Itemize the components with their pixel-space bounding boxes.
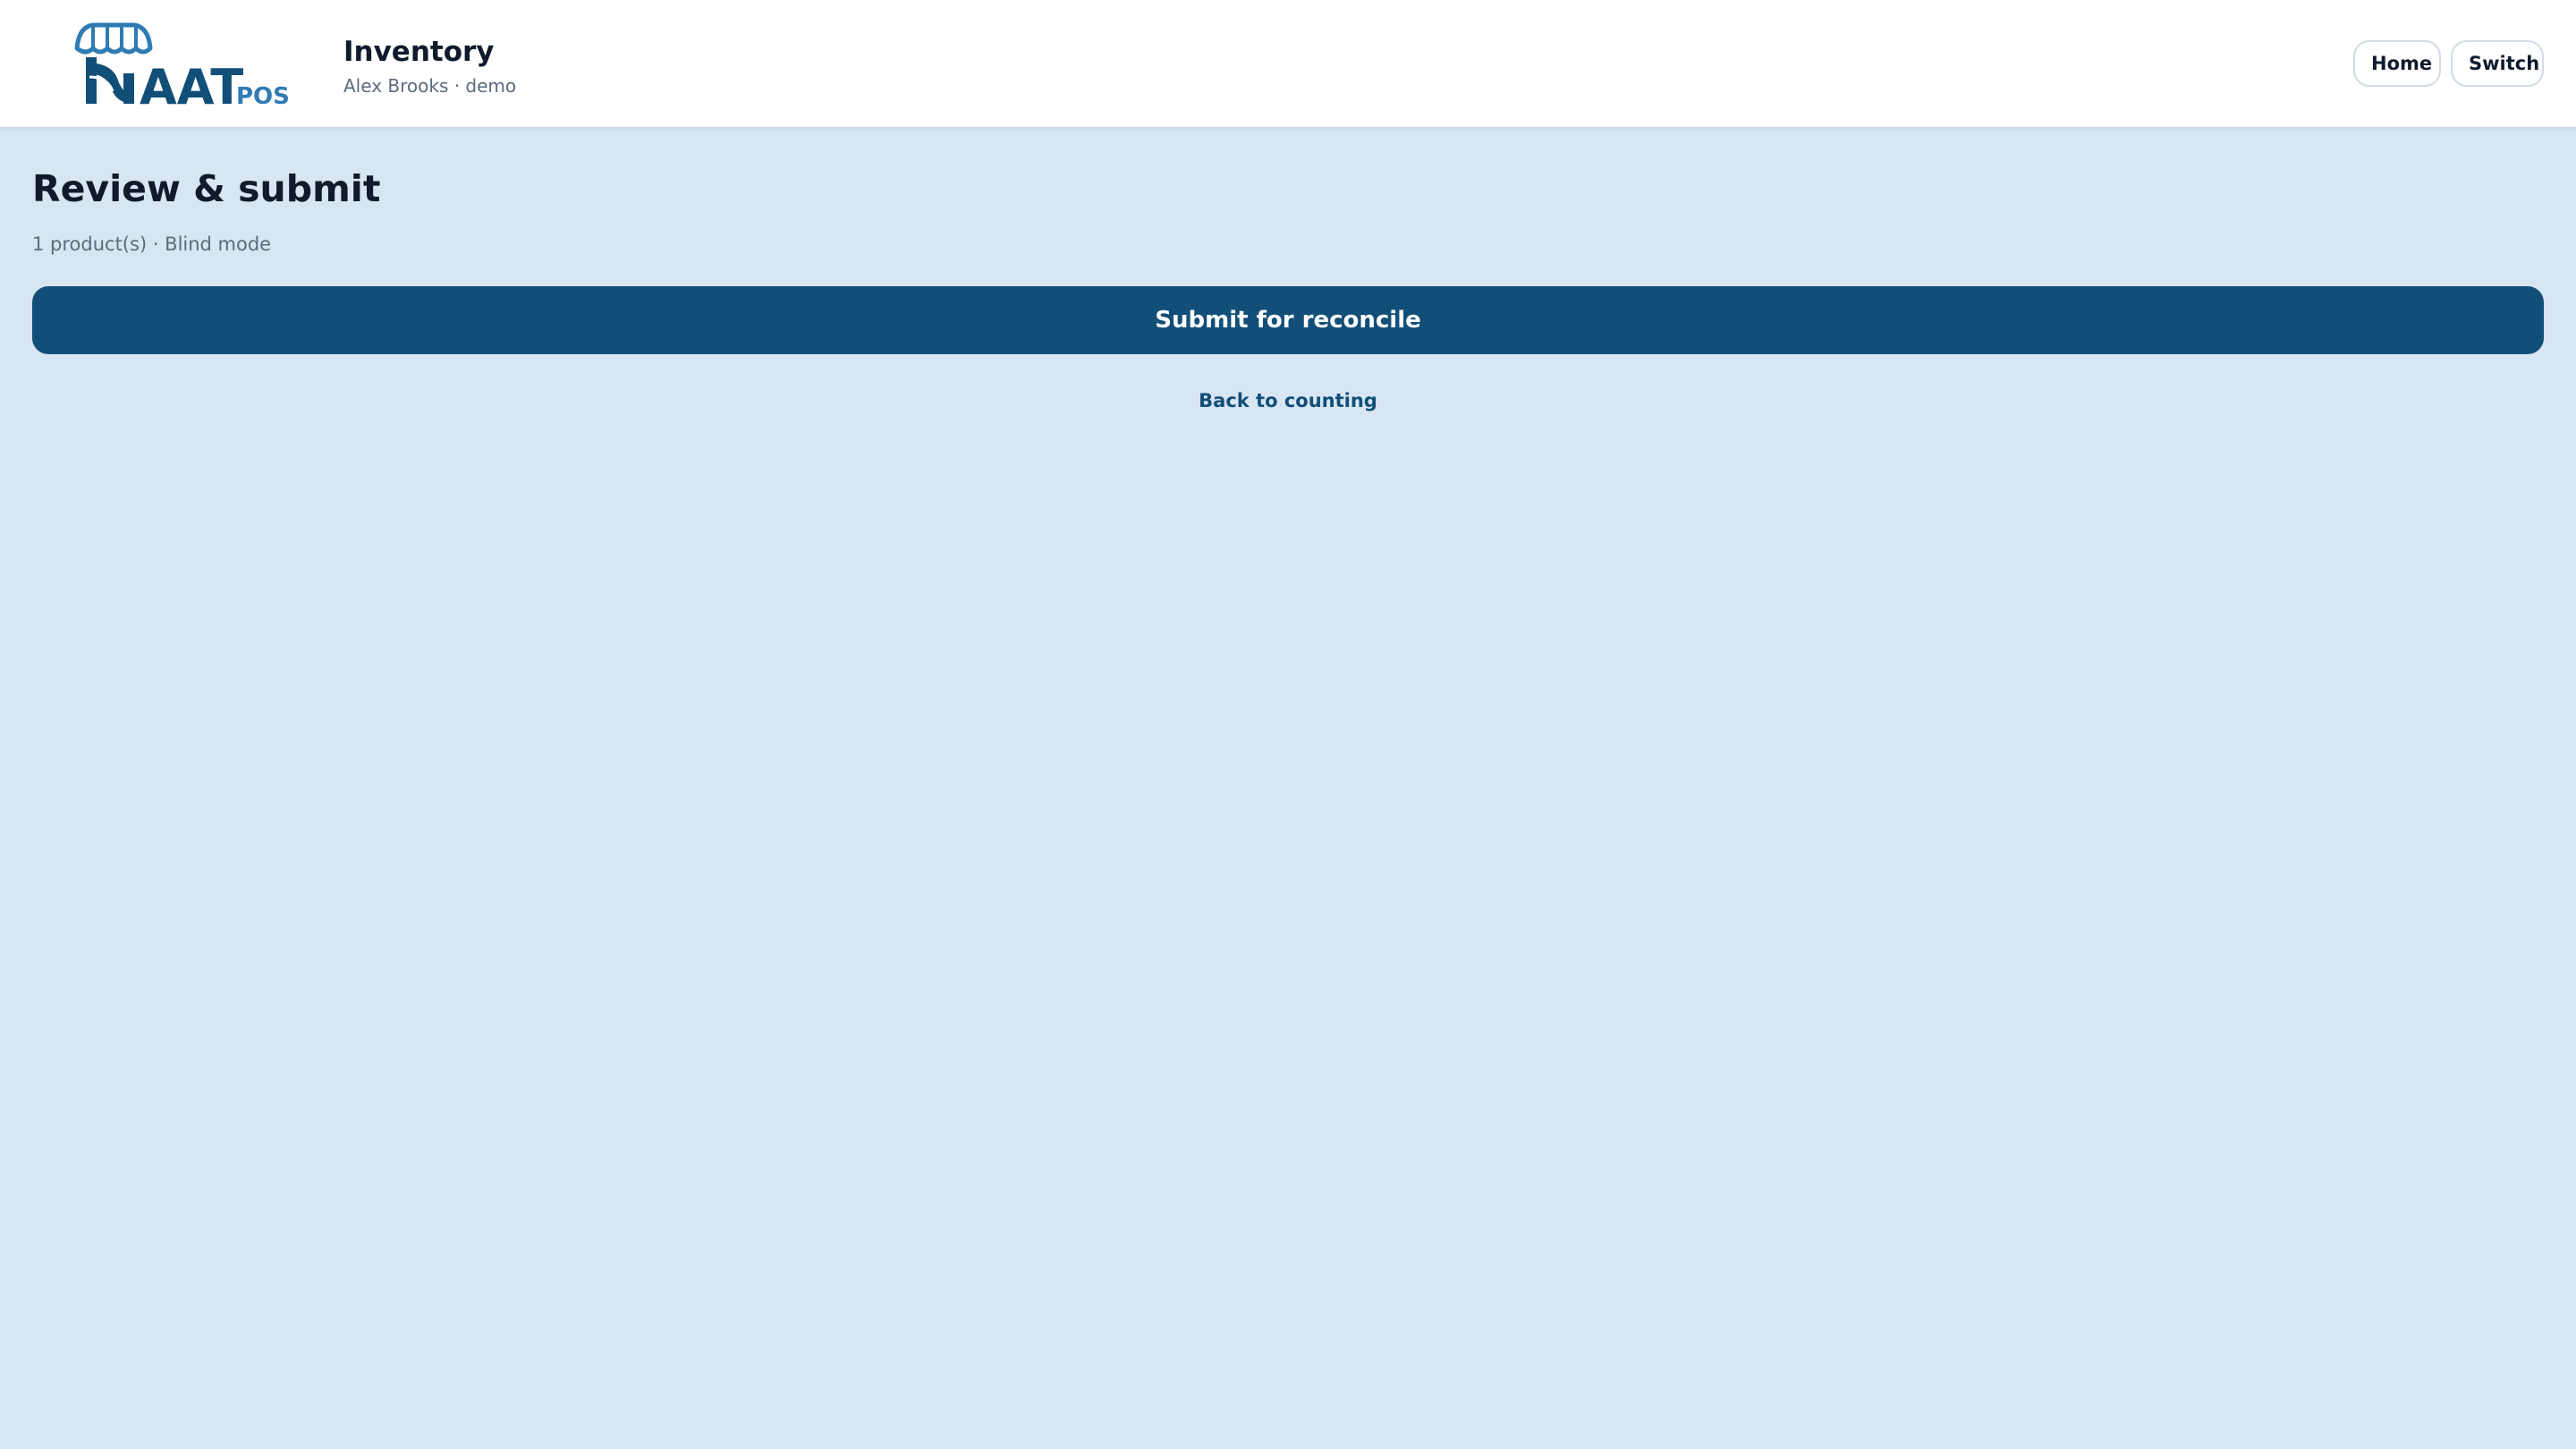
review-summary: 1 product(s) · Blind mode xyxy=(32,233,272,255)
svg-text:POS: POS xyxy=(236,83,290,110)
storefront-awning-icon: AAT POS xyxy=(74,22,290,115)
top-bar: AAT POS Inventory Alex Brooks · demo Hom… xyxy=(0,0,2576,129)
app-title: Inventory xyxy=(343,36,495,68)
haat-pos-logo[interactable]: AAT POS xyxy=(72,21,295,115)
home-button[interactable]: Home xyxy=(2353,40,2441,87)
back-to-counting-row: Back to counting xyxy=(0,386,2576,415)
app-title-block: Inventory Alex Brooks · demo xyxy=(343,34,516,98)
svg-text:AAT: AAT xyxy=(140,59,243,111)
page-title: Review & submit xyxy=(32,167,381,210)
submit-for-reconcile-button[interactable]: Submit for reconcile xyxy=(32,286,2544,354)
user-context: Alex Brooks · demo xyxy=(343,75,517,97)
back-to-counting-link[interactable]: Back to counting xyxy=(1199,390,1377,411)
switch-button[interactable]: Switch xyxy=(2451,40,2544,87)
